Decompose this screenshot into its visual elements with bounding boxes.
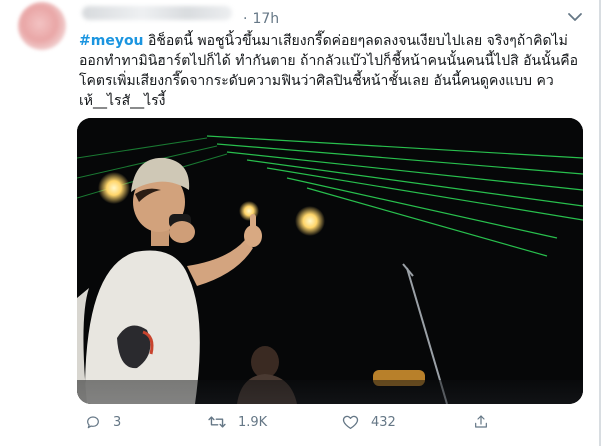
share-button[interactable] [473, 414, 501, 430]
hashtag-link[interactable]: #meyou [79, 33, 144, 49]
like-button[interactable]: 432 [342, 414, 396, 430]
like-count: 432 [371, 414, 396, 430]
heart-icon [342, 415, 359, 430]
video-frame-stage-singer [77, 118, 583, 404]
tweet-video[interactable] [77, 118, 583, 404]
tweet-text: #meyou อิช็อตนี้ พอชูนิ้วขึ้นมาเสียงกรี๊… [79, 31, 587, 111]
timestamp-separator: · [243, 11, 248, 27]
avatar[interactable] [18, 2, 66, 50]
tweet-text-line-4: เห้__ไรสั__ไรงี้ [79, 93, 166, 109]
tweet-card[interactable]: · 17h #meyou อิช็อตนี้ พอชูนิ้วขึ้นมาเสีย… [0, 0, 601, 446]
tweet-timestamp[interactable]: · 17h [243, 11, 279, 27]
chevron-down-icon[interactable] [567, 12, 583, 22]
reply-button[interactable]: 3 [85, 414, 121, 430]
share-icon [475, 415, 487, 428]
reply-icon [87, 416, 99, 429]
retweet-icon [208, 416, 226, 428]
timestamp-text: 17h [252, 11, 280, 27]
blurred-author-name[interactable] [82, 6, 232, 20]
reply-count: 3 [113, 414, 122, 430]
tweet-text-line-2: ออกทำทามินิฮาร์ตไปก็ได้ ทำกันตาย ถ้ากลัว… [79, 53, 579, 69]
retweet-count: 1.9K [238, 414, 268, 430]
retweet-button[interactable]: 1.9K [208, 414, 267, 430]
tweet-text-line-3: โคตรเพิ่มเสียงกรี๊ดจากระดับความฟินว่าศิล… [79, 73, 554, 89]
tweet-text-line-1: อิช็อตนี้ พอชูนิ้วขึ้นมาเสียงกรี๊ดค่อยๆล… [143, 33, 568, 49]
